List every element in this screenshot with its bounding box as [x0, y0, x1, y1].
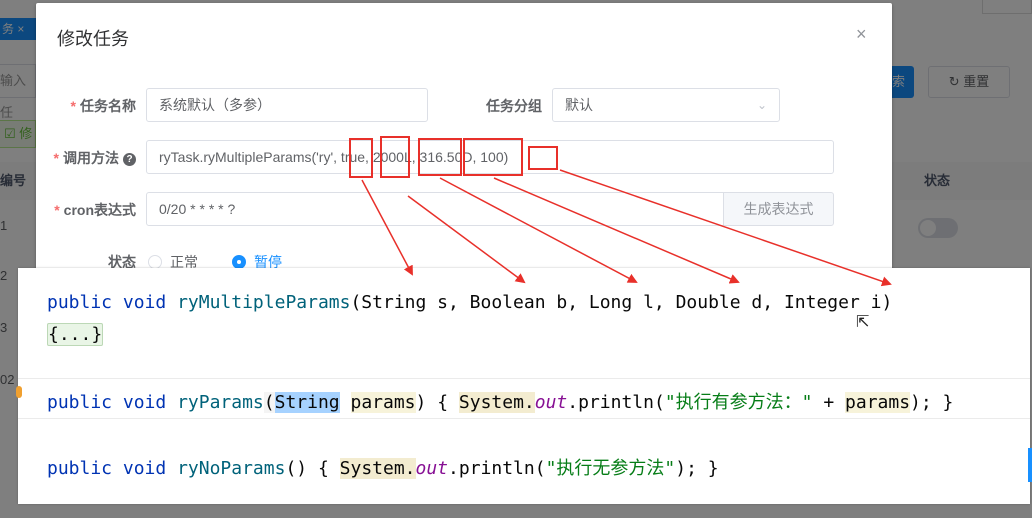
- code-line-no-params: public void ryNoParams() { System.out.pr…: [47, 458, 719, 479]
- annotation-box: [380, 136, 410, 178]
- invoke-target-label: * 调用方法?: [40, 148, 136, 168]
- bulb-icon[interactable]: [16, 386, 22, 398]
- annotation-box: [528, 146, 558, 170]
- job-name-input[interactable]: 系统默认（多参）: [146, 88, 428, 122]
- generate-cron-button[interactable]: 生成表达式: [723, 192, 834, 226]
- code-snippet-panel: public void ryMultipleParams(String s, B…: [16, 268, 1030, 504]
- annotation-box: [349, 138, 373, 178]
- question-icon[interactable]: ?: [123, 153, 136, 166]
- cron-label: * cron表达式: [54, 202, 136, 218]
- code-line-params: public void ryParams(String params) { Sy…: [47, 392, 954, 413]
- divider: [18, 378, 1030, 379]
- chevron-down-icon: ⌄: [756, 98, 767, 112]
- job-name-label: * 任务名称: [70, 98, 136, 114]
- job-group-value: 默认: [565, 97, 593, 113]
- divider: [18, 418, 1030, 419]
- radio-checked-icon: [232, 255, 246, 269]
- radio-icon: [148, 255, 162, 269]
- code-line-multiple-params: public void ryMultipleParams(String s, B…: [47, 292, 893, 313]
- code-fold[interactable]: {...}: [47, 323, 104, 346]
- cron-input[interactable]: 0/20 * * * * ?: [146, 192, 724, 226]
- dialog-title: 修改任务: [57, 29, 129, 49]
- scroll-indicator: [1028, 448, 1032, 482]
- close-icon[interactable]: ×: [856, 25, 867, 43]
- job-group-select[interactable]: 默认 ⌄: [552, 88, 780, 122]
- annotation-box: [418, 138, 462, 176]
- annotation-box: [463, 138, 523, 176]
- job-group-label: 任务分组: [486, 98, 542, 114]
- mouse-cursor-icon: ⇱: [856, 312, 870, 331]
